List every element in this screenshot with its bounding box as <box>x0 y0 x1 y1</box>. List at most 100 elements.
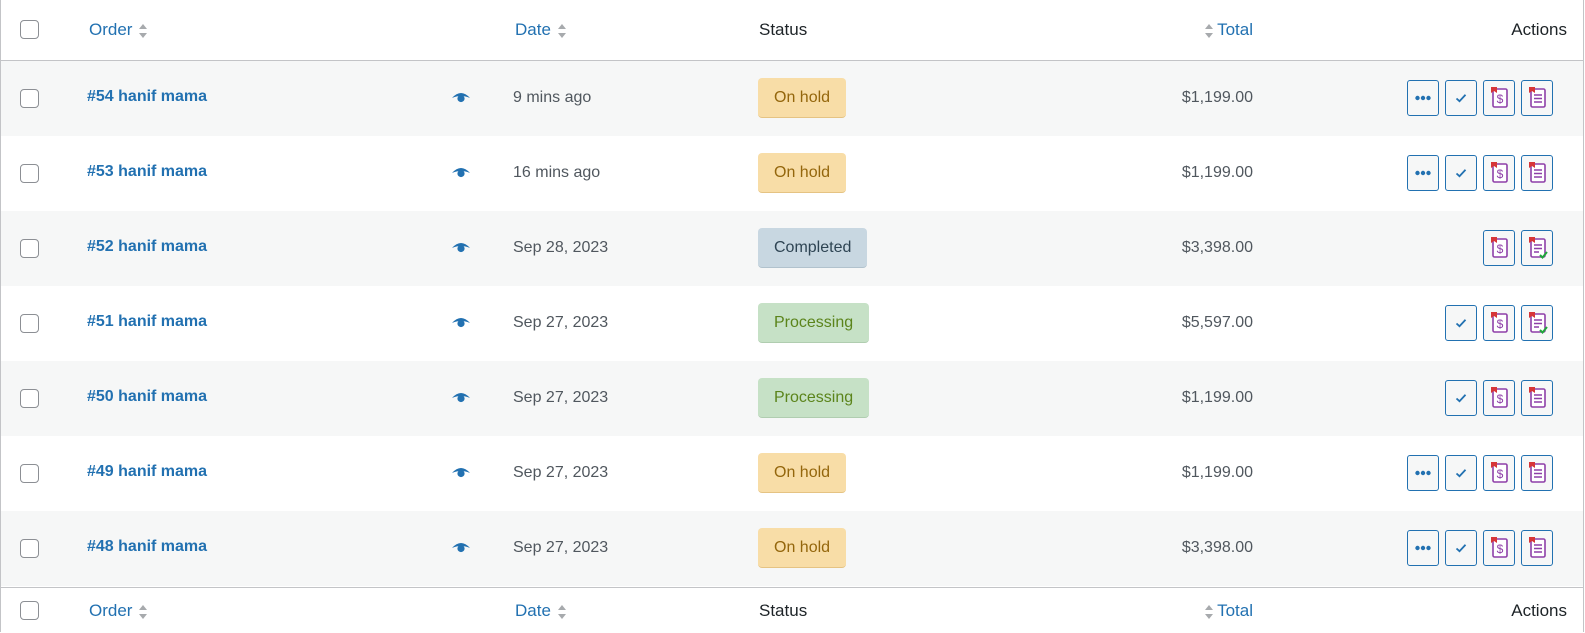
packing-slip-button[interactable] <box>1521 305 1553 341</box>
preview-eye-icon[interactable] <box>451 465 471 479</box>
packing-slip-button[interactable] <box>1521 155 1553 191</box>
table-row[interactable]: #49 hanif mama Sep 27, 2023 On hold $1,199.… <box>1 436 1583 511</box>
sort-icon <box>557 603 567 621</box>
invoice-icon: $ <box>1488 86 1510 110</box>
preview-eye-icon[interactable] <box>451 165 471 179</box>
packing-slip-button[interactable] <box>1521 380 1553 416</box>
order-link[interactable]: #51 hanif mama <box>87 313 207 331</box>
invoice-icon: $ <box>1488 461 1510 485</box>
preview-eye-icon[interactable] <box>451 540 471 554</box>
invoice-icon: $ <box>1488 161 1510 185</box>
svg-text:$: $ <box>1497 167 1504 181</box>
packing-slip-button[interactable] <box>1521 530 1553 566</box>
order-total: $5,597.00 <box>1181 314 1253 331</box>
complete-icon <box>1455 93 1467 103</box>
complete-icon <box>1455 543 1467 553</box>
order-total: $1,199.00 <box>1181 89 1253 106</box>
sort-icon <box>557 22 567 40</box>
table-row[interactable]: #52 hanif mama Sep 28, 2023 Completed $3,39… <box>1 211 1583 286</box>
invoice-button[interactable]: $ <box>1483 80 1515 116</box>
row-actions: $ <box>1407 455 1553 491</box>
table-row[interactable]: #50 hanif mama Sep 27, 2023 Processing $1,1… <box>1 361 1583 436</box>
invoice-button[interactable]: $ <box>1483 380 1515 416</box>
order-date: Sep 27, 2023 <box>513 464 609 481</box>
date-footer-label: Date <box>515 601 551 620</box>
more-actions-button[interactable] <box>1407 80 1439 116</box>
preview-eye-icon[interactable] <box>451 390 471 404</box>
more-icon <box>1415 545 1431 551</box>
complete-icon <box>1455 468 1467 478</box>
table-row[interactable]: #51 hanif mama Sep 27, 2023 Processing $5,5… <box>1 286 1583 361</box>
row-actions: $ <box>1483 230 1553 266</box>
invoice-icon: $ <box>1488 311 1510 335</box>
total-column-header[interactable]: Total <box>1204 20 1253 40</box>
row-checkbox[interactable] <box>20 239 39 258</box>
order-link[interactable]: #53 hanif mama <box>87 163 207 181</box>
complete-button[interactable] <box>1445 80 1477 116</box>
row-checkbox[interactable] <box>20 389 39 408</box>
packing-slip-checked-icon <box>1526 311 1548 335</box>
sort-icon <box>138 603 148 621</box>
row-checkbox[interactable] <box>20 89 39 108</box>
preview-eye-icon[interactable] <box>451 90 471 104</box>
row-checkbox[interactable] <box>20 164 39 183</box>
more-icon <box>1415 470 1431 476</box>
preview-eye-icon[interactable] <box>451 315 471 329</box>
sort-icon <box>1204 22 1214 40</box>
packing-slip-button[interactable] <box>1521 80 1553 116</box>
packing-slip-button[interactable] <box>1521 230 1553 266</box>
row-checkbox[interactable] <box>20 539 39 558</box>
invoice-button[interactable]: $ <box>1483 530 1515 566</box>
order-date: 16 mins ago <box>513 164 601 181</box>
complete-button[interactable] <box>1445 455 1477 491</box>
date-column-header[interactable]: Date <box>515 20 567 40</box>
order-link[interactable]: #54 hanif mama <box>87 88 207 106</box>
table-row[interactable]: #53 hanif mama 16 mins ago On hold $1,199.0… <box>1 136 1583 211</box>
svg-text:$: $ <box>1497 392 1504 406</box>
total-column-footer[interactable]: Total <box>1204 601 1253 621</box>
order-column-footer[interactable]: Order <box>89 601 148 621</box>
packing-slip-icon <box>1526 161 1548 185</box>
date-column-footer[interactable]: Date <box>515 601 567 621</box>
order-link[interactable]: #49 hanif mama <box>87 463 207 481</box>
order-link[interactable]: #48 hanif mama <box>87 538 207 556</box>
invoice-icon: $ <box>1488 536 1510 560</box>
complete-button[interactable] <box>1445 155 1477 191</box>
row-checkbox[interactable] <box>20 314 39 333</box>
svg-text:$: $ <box>1497 467 1504 481</box>
complete-button[interactable] <box>1445 305 1477 341</box>
select-all-checkbox[interactable] <box>20 20 39 39</box>
complete-button[interactable] <box>1445 380 1477 416</box>
date-header-label: Date <box>515 20 551 39</box>
preview-eye-icon[interactable] <box>451 240 471 254</box>
status-badge: Completed <box>758 228 868 268</box>
invoice-button[interactable]: $ <box>1483 230 1515 266</box>
invoice-button[interactable]: $ <box>1483 455 1515 491</box>
row-checkbox[interactable] <box>20 464 39 483</box>
status-badge: On hold <box>758 153 847 193</box>
complete-icon <box>1455 168 1467 178</box>
complete-icon <box>1455 393 1467 403</box>
more-actions-button[interactable] <box>1407 155 1439 191</box>
row-actions: $ <box>1407 80 1553 116</box>
more-actions-button[interactable] <box>1407 455 1439 491</box>
status-badge: Processing <box>758 303 870 343</box>
table-row[interactable]: #54 hanif mama 9 mins ago On hold $1,199.00… <box>1 61 1583 136</box>
svg-text:$: $ <box>1497 542 1504 556</box>
svg-text:$: $ <box>1497 92 1504 106</box>
invoice-button[interactable]: $ <box>1483 305 1515 341</box>
complete-button[interactable] <box>1445 530 1477 566</box>
packing-slip-icon <box>1526 386 1548 410</box>
order-link[interactable]: #52 hanif mama <box>87 238 207 256</box>
invoice-button[interactable]: $ <box>1483 155 1515 191</box>
select-all-checkbox-footer[interactable] <box>20 601 39 620</box>
order-footer-label: Order <box>89 601 133 620</box>
order-column-header[interactable]: Order <box>89 20 148 40</box>
more-actions-button[interactable] <box>1407 530 1439 566</box>
order-total: $1,199.00 <box>1181 164 1253 181</box>
order-link[interactable]: #50 hanif mama <box>87 388 207 406</box>
table-row[interactable]: #48 hanif mama Sep 27, 2023 On hold $3,398.… <box>1 511 1583 586</box>
packing-slip-button[interactable] <box>1521 455 1553 491</box>
invoice-icon: $ <box>1488 236 1510 260</box>
order-date: 9 mins ago <box>513 89 592 106</box>
